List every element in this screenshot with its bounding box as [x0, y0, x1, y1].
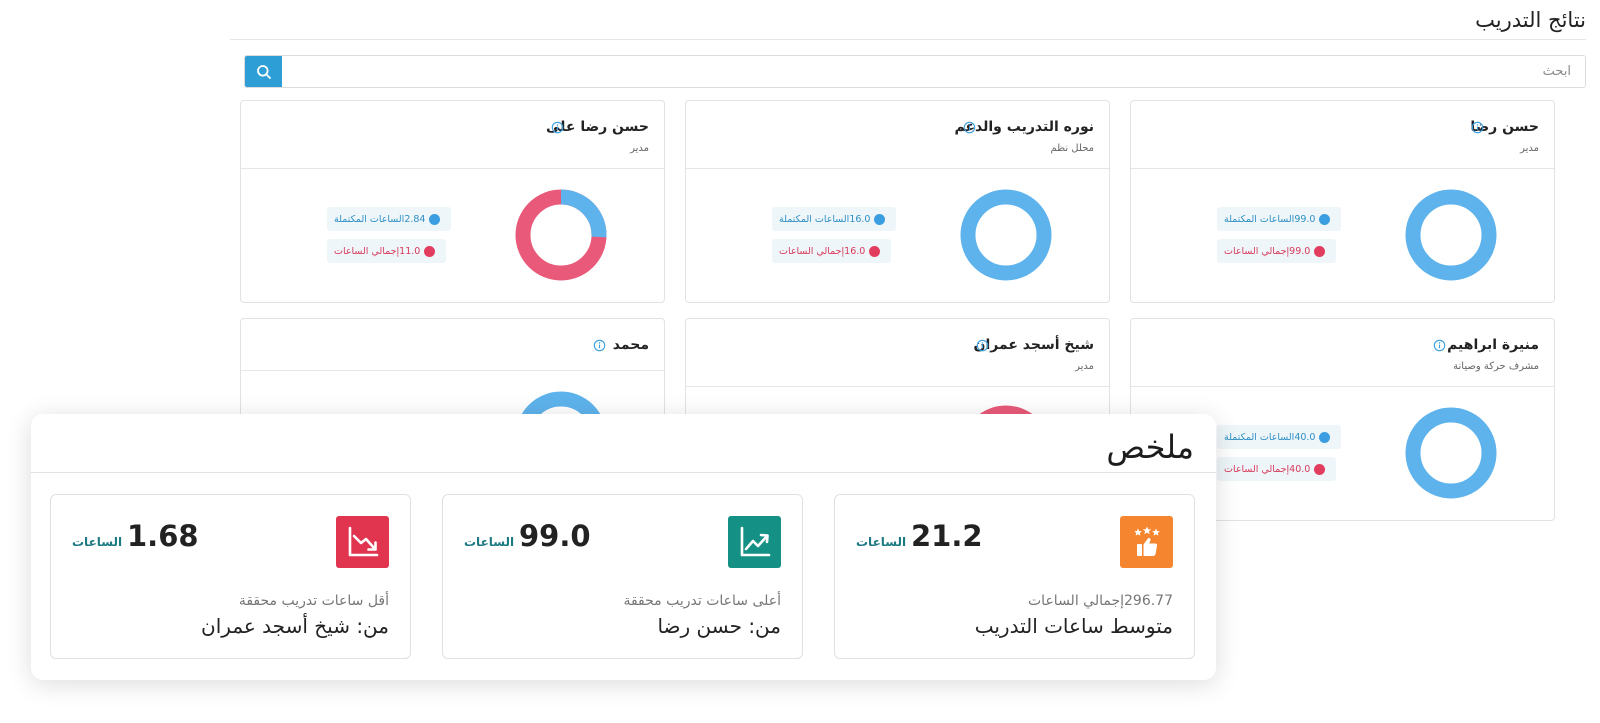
min-hours-unit: الساعات — [72, 535, 123, 549]
completed-hours-legend: 40.0 الساعات المكتملة — [1217, 425, 1342, 449]
hours-donut-chart — [960, 189, 1052, 281]
card-header: حسن رضا على مدير — [241, 101, 664, 169]
search-bar — [244, 55, 1586, 88]
max-icon-box — [728, 516, 781, 568]
min-hours-value: 1.68 — [127, 519, 199, 553]
title-divider — [230, 39, 1586, 40]
average-hours-card: 21.2 الساعات 296.77إجمالي الساعات متوسط … — [834, 494, 1195, 659]
employee-card[interactable]: حسن رضا مدير 99.0 الساعات المكتملة 99.0 إج… — [1130, 100, 1555, 303]
page-title: نتائج التدريب — [1475, 8, 1586, 32]
max-hours-employee: من: حسن رضا — [657, 614, 781, 638]
employee-role: مدير — [630, 143, 649, 154]
info-icon[interactable] — [963, 121, 976, 134]
employee-card[interactable]: حسن رضا على مدير 2.84 الساعات المكتملة 11… — [240, 100, 665, 303]
search-button[interactable] — [245, 56, 282, 87]
max-hours-value: 99.0 — [519, 519, 591, 553]
info-icon[interactable] — [976, 339, 989, 352]
completed-dot — [874, 213, 886, 225]
search-icon — [256, 64, 271, 79]
total-dot — [1314, 245, 1326, 257]
trend-down-icon — [348, 526, 378, 557]
summary-title: ملخص — [1106, 428, 1194, 466]
summary-panel: ملخص 21.2 الساعات 296.77إجمالي الساعات م… — [31, 414, 1216, 680]
employee-role: مدير — [1075, 361, 1094, 372]
completed-dot — [429, 213, 441, 225]
average-hours-label: متوسط ساعات التدريب — [974, 614, 1173, 638]
employee-name: محمد — [612, 337, 649, 353]
thumbs-up-stars-icon — [1133, 526, 1160, 556]
card-header: شيخ أسجد عمران مدير — [686, 319, 1109, 387]
card-header: منيرة ابراهيم مشرف حركة وصيانة — [1131, 319, 1554, 387]
average-hours-value: 21.2 — [911, 519, 983, 553]
completed-hours-legend: 2.84 الساعات المكتملة — [327, 207, 452, 231]
completed-hours-legend: 99.0 الساعات المكتملة — [1217, 207, 1342, 231]
min-icon-box — [336, 516, 389, 568]
info-icon[interactable] — [1471, 121, 1484, 134]
min-hours-employee: من: شيخ أسجد عمران — [201, 614, 389, 638]
average-hours-unit: الساعات — [856, 535, 907, 549]
info-icon[interactable] — [551, 121, 564, 134]
completed-dot — [1319, 213, 1331, 225]
trend-up-icon — [740, 526, 770, 557]
total-hours-legend: 40.0 إجمالي الساعات — [1217, 457, 1337, 481]
max-hours-unit: الساعات — [464, 535, 515, 549]
employee-role: مدير — [1520, 143, 1539, 154]
summary-divider — [31, 472, 1216, 473]
total-dot — [869, 245, 881, 257]
employee-name: شيخ أسجد عمران — [973, 337, 1094, 353]
card-header: محمد — [241, 319, 664, 371]
total-hours-legend: 11.0 إجمالي الساعات — [327, 239, 447, 263]
employee-role: مشرف حركة وصيانة — [1453, 361, 1539, 372]
completed-hours-legend: 16.0 الساعات المكتملة — [772, 207, 897, 231]
average-icon-box — [1120, 516, 1173, 568]
total-dot — [1314, 463, 1326, 475]
min-hours-card: 1.68 الساعات أقل ساعات تدريب محققة من: ش… — [50, 494, 411, 659]
employee-card[interactable]: نوره التدريب والدعم محلل نظم 16.0 الساعات… — [685, 100, 1110, 303]
card-header: حسن رضا مدير — [1131, 101, 1554, 169]
total-hours-legend: 16.0 إجمالي الساعات — [772, 239, 892, 263]
info-icon[interactable] — [1433, 339, 1446, 352]
max-hours-card: 99.0 الساعات أعلى ساعات تدريب محققة من: … — [442, 494, 803, 659]
hours-donut-chart — [515, 189, 607, 281]
info-icon[interactable] — [593, 339, 606, 352]
max-hours-label: أعلى ساعات تدريب محققة — [623, 593, 781, 609]
hours-donut-chart — [1405, 407, 1497, 499]
completed-dot — [1319, 431, 1331, 443]
total-hours-legend: 99.0 إجمالي الساعات — [1217, 239, 1337, 263]
total-dot — [424, 245, 436, 257]
min-hours-label: أقل ساعات تدريب محققة — [238, 593, 389, 609]
search-input[interactable] — [282, 56, 1585, 87]
employee-role: محلل نظم — [1050, 143, 1094, 154]
total-hours-sum: 296.77إجمالي الساعات — [1028, 593, 1173, 609]
hours-donut-chart — [1405, 189, 1497, 281]
card-header: نوره التدريب والدعم محلل نظم — [686, 101, 1109, 169]
employee-name: منيرة ابراهيم — [1447, 337, 1539, 353]
